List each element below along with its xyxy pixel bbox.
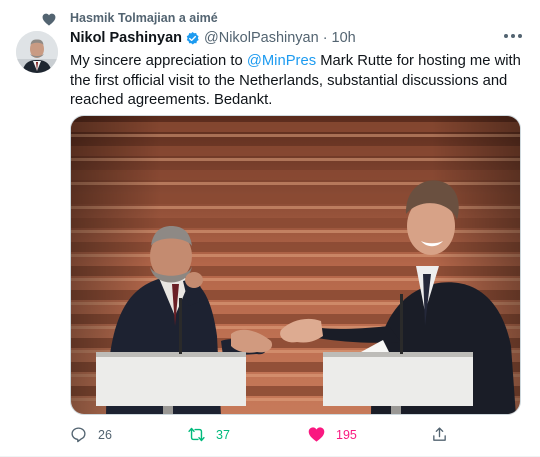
- verified-badge-icon: [186, 31, 199, 44]
- mention-link[interactable]: @MinPres: [247, 53, 316, 69]
- photo-handshake-image: [71, 116, 520, 414]
- retweet-count: 37: [216, 427, 230, 442]
- tweet-text-part: My sincere appreciation to: [70, 53, 247, 69]
- tweet-header: Nikol Pashinyan @NikolPashinyan · 10h: [70, 30, 356, 46]
- like-button[interactable]: 195: [308, 426, 357, 443]
- like-count: 195: [336, 427, 357, 442]
- tweet-timestamp[interactable]: 10h: [332, 30, 356, 46]
- reply-icon: [71, 427, 86, 443]
- reply-button[interactable]: 26: [70, 426, 112, 443]
- heart-icon: [42, 13, 56, 26]
- retweet-button[interactable]: 37: [188, 426, 230, 443]
- share-icon: [433, 427, 446, 441]
- tweet-photo[interactable]: [70, 115, 521, 415]
- tweet[interactable]: Hasmik Tolmajian a aimé Nikol Pashinyan …: [0, 0, 540, 457]
- avatar-image: [16, 31, 58, 73]
- separator-dot: ·: [322, 30, 328, 46]
- author-name[interactable]: Nikol Pashinyan: [70, 30, 182, 46]
- tweet-text: My sincere appreciation to @MinPres Mark…: [70, 52, 522, 111]
- heart-filled-icon: [308, 427, 325, 442]
- tweet-actions: 26 37 195: [70, 426, 470, 448]
- avatar[interactable]: [16, 31, 58, 73]
- retweet-icon: [188, 427, 205, 442]
- social-context: Hasmik Tolmajian a aimé: [42, 11, 218, 26]
- reply-count: 26: [98, 427, 112, 442]
- share-button[interactable]: [431, 426, 448, 443]
- social-context-text[interactable]: Hasmik Tolmajian a aimé: [70, 11, 218, 25]
- more-options-icon[interactable]: [504, 34, 522, 40]
- author-handle[interactable]: @NikolPashinyan: [204, 30, 319, 46]
